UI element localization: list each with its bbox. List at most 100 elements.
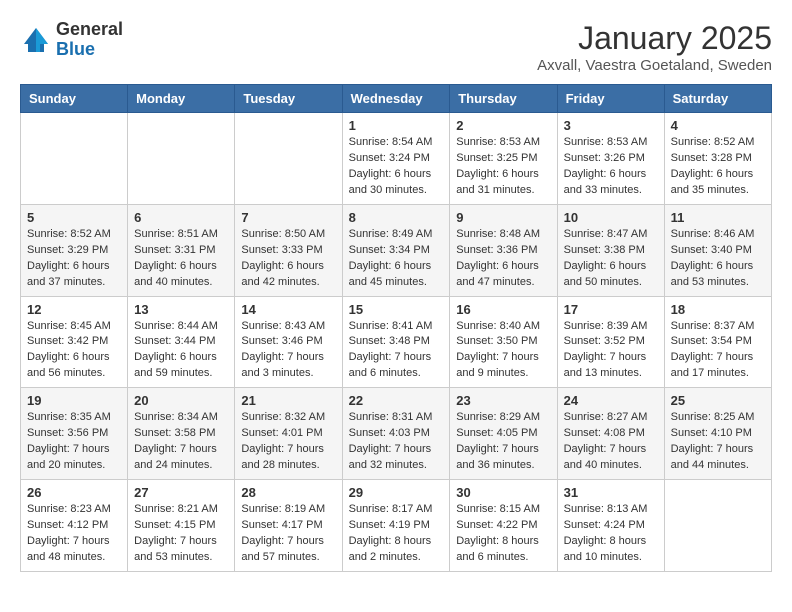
calendar-day-cell: 5Sunrise: 8:52 AM Sunset: 3:29 PM Daylig…	[21, 204, 128, 296]
day-number: 26	[27, 485, 121, 500]
calendar-day-cell: 21 Sunrise: 8:32 AM Sunset: 4:01 PM Dayli…	[235, 388, 342, 480]
calendar-empty-cell	[21, 113, 128, 205]
day-info: Sunrise: 8:13 AM Sunset: 4:24 PM Dayligh…	[564, 502, 658, 566]
day-info: Sunrise: 8:44 AM Sunset: 3:44 PM Dayligh…	[134, 319, 228, 383]
calendar-day-cell: 11 Sunrise: 8:46 AM Sunset: 3:40 PM Dayli…	[664, 204, 771, 296]
day-number: 27	[134, 485, 228, 500]
day-info: Sunrise: 8:21 AM Sunset: 4:15 PM Dayligh…	[134, 502, 228, 566]
calendar-day-cell: 27 Sunrise: 8:21 AM Sunset: 4:15 PM Dayli…	[128, 480, 235, 572]
day-number: 28	[241, 485, 335, 500]
day-number: 19	[27, 393, 121, 408]
calendar-day-cell: 28 Sunrise: 8:19 AM Sunset: 4:17 PM Dayli…	[235, 480, 342, 572]
calendar-week-row: 19Sunrise: 8:35 AM Sunset: 3:56 PM Dayli…	[21, 388, 772, 480]
day-info: Sunrise: 8:23 AM Sunset: 4:12 PM Dayligh…	[27, 502, 121, 566]
calendar-day-cell: 12 Sunrise: 8:45 AM Sunset: 3:42 PM Dayli…	[21, 296, 128, 388]
day-number: 21	[241, 393, 335, 408]
calendar-day-cell: 6 Sunrise: 8:51 AM Sunset: 3:31 PM Daylig…	[128, 204, 235, 296]
calendar-empty-cell	[128, 113, 235, 205]
calendar-day-cell: 30 Sunrise: 8:15 AM Sunset: 4:22 PM Dayli…	[450, 480, 557, 572]
calendar-day-cell: 14 Sunrise: 8:43 AM Sunset: 3:46 PM Dayli…	[235, 296, 342, 388]
logo-icon	[20, 24, 52, 56]
month-title: January 2025	[537, 20, 772, 57]
title-block: January 2025 Axvall, Vaestra Goetaland, …	[537, 20, 772, 74]
calendar-day-cell: 19Sunrise: 8:35 AM Sunset: 3:56 PM Dayli…	[21, 388, 128, 480]
header-sunday: Sunday	[21, 85, 128, 113]
calendar-day-cell: 7 Sunrise: 8:50 AM Sunset: 3:33 PM Daylig…	[235, 204, 342, 296]
header-saturday: Saturday	[664, 85, 771, 113]
day-info: Sunrise: 8:49 AM Sunset: 3:34 PM Dayligh…	[349, 227, 444, 291]
day-number: 25	[671, 393, 765, 408]
day-number: 22	[349, 393, 444, 408]
day-number: 12	[27, 302, 121, 317]
day-info: Sunrise: 8:17 AM Sunset: 4:19 PM Dayligh…	[349, 502, 444, 566]
day-info: Sunrise: 8:40 AM Sunset: 3:50 PM Dayligh…	[456, 319, 550, 383]
header-thursday: Thursday	[450, 85, 557, 113]
day-number: 16	[456, 302, 550, 317]
day-number: 7	[241, 210, 335, 225]
day-info: Sunrise: 8:51 AM Sunset: 3:31 PM Dayligh…	[134, 227, 228, 291]
calendar-day-cell: 29 Sunrise: 8:17 AM Sunset: 4:19 PM Dayli…	[342, 480, 450, 572]
day-number: 23	[456, 393, 550, 408]
day-info: Sunrise: 8:27 AM Sunset: 4:08 PM Dayligh…	[564, 410, 658, 474]
day-info: Sunrise: 8:29 AM Sunset: 4:05 PM Dayligh…	[456, 410, 550, 474]
calendar-day-cell: 17 Sunrise: 8:39 AM Sunset: 3:52 PM Dayli…	[557, 296, 664, 388]
day-info: Sunrise: 8:45 AM Sunset: 3:42 PM Dayligh…	[27, 319, 121, 383]
calendar-day-cell: 16 Sunrise: 8:40 AM Sunset: 3:50 PM Dayli…	[450, 296, 557, 388]
calendar-empty-cell	[664, 480, 771, 572]
day-number: 13	[134, 302, 228, 317]
calendar-day-cell: 24Sunrise: 8:27 AM Sunset: 4:08 PM Dayli…	[557, 388, 664, 480]
day-number: 31	[564, 485, 658, 500]
day-number: 9	[456, 210, 550, 225]
calendar-day-cell: 1 Sunrise: 8:54 AM Sunset: 3:24 PM Daylig…	[342, 113, 450, 205]
day-info: Sunrise: 8:15 AM Sunset: 4:22 PM Dayligh…	[456, 502, 550, 566]
day-info: Sunrise: 8:34 AM Sunset: 3:58 PM Dayligh…	[134, 410, 228, 474]
calendar-week-row: 26 Sunrise: 8:23 AM Sunset: 4:12 PM Dayli…	[21, 480, 772, 572]
day-number: 5	[27, 210, 121, 225]
calendar-empty-cell	[235, 113, 342, 205]
calendar-day-cell: 2Sunrise: 8:53 AM Sunset: 3:25 PM Daylig…	[450, 113, 557, 205]
calendar-day-cell: 3Sunrise: 8:53 AM Sunset: 3:26 PM Daylig…	[557, 113, 664, 205]
calendar-day-cell: 22 Sunrise: 8:31 AM Sunset: 4:03 PM Dayli…	[342, 388, 450, 480]
day-number: 30	[456, 485, 550, 500]
day-info: Sunrise: 8:31 AM Sunset: 4:03 PM Dayligh…	[349, 410, 444, 474]
calendar-day-cell: 23 Sunrise: 8:29 AM Sunset: 4:05 PM Dayli…	[450, 388, 557, 480]
calendar-day-cell: 31 Sunrise: 8:13 AM Sunset: 4:24 PM Dayli…	[557, 480, 664, 572]
calendar-day-cell: 9 Sunrise: 8:48 AM Sunset: 3:36 PM Daylig…	[450, 204, 557, 296]
logo: General Blue	[20, 20, 123, 60]
calendar-day-cell: 4Sunrise: 8:52 AM Sunset: 3:28 PM Daylig…	[664, 113, 771, 205]
day-info: Sunrise: 8:25 AM Sunset: 4:10 PM Dayligh…	[671, 410, 765, 474]
calendar-week-row: 12 Sunrise: 8:45 AM Sunset: 3:42 PM Dayli…	[21, 296, 772, 388]
day-info: Sunrise: 8:19 AM Sunset: 4:17 PM Dayligh…	[241, 502, 335, 566]
day-info: Sunrise: 8:41 AM Sunset: 3:48 PM Dayligh…	[349, 319, 444, 383]
calendar-day-cell: 20 Sunrise: 8:34 AM Sunset: 3:58 PM Dayli…	[128, 388, 235, 480]
day-info: Sunrise: 8:47 AM Sunset: 3:38 PM Dayligh…	[564, 227, 658, 291]
calendar-week-row: 1 Sunrise: 8:54 AM Sunset: 3:24 PM Daylig…	[21, 113, 772, 205]
day-number: 11	[671, 210, 765, 225]
day-info: Sunrise: 8:39 AM Sunset: 3:52 PM Dayligh…	[564, 319, 658, 383]
day-number: 6	[134, 210, 228, 225]
day-number: 29	[349, 485, 444, 500]
logo-blue: Blue	[56, 40, 123, 60]
calendar-day-cell: 8Sunrise: 8:49 AM Sunset: 3:34 PM Daylig…	[342, 204, 450, 296]
day-info: Sunrise: 8:48 AM Sunset: 3:36 PM Dayligh…	[456, 227, 550, 291]
day-number: 20	[134, 393, 228, 408]
day-number: 14	[241, 302, 335, 317]
calendar-day-cell: 25 Sunrise: 8:25 AM Sunset: 4:10 PM Dayli…	[664, 388, 771, 480]
logo-general: General	[56, 20, 123, 40]
day-info: Sunrise: 8:32 AM Sunset: 4:01 PM Dayligh…	[241, 410, 335, 474]
day-info: Sunrise: 8:54 AM Sunset: 3:24 PM Dayligh…	[349, 135, 444, 199]
calendar-day-cell: 18Sunrise: 8:37 AM Sunset: 3:54 PM Dayli…	[664, 296, 771, 388]
day-number: 3	[564, 118, 658, 133]
calendar-day-cell: 15Sunrise: 8:41 AM Sunset: 3:48 PM Dayli…	[342, 296, 450, 388]
day-info: Sunrise: 8:50 AM Sunset: 3:33 PM Dayligh…	[241, 227, 335, 291]
calendar-day-cell: 13 Sunrise: 8:44 AM Sunset: 3:44 PM Dayli…	[128, 296, 235, 388]
calendar-day-cell: 10 Sunrise: 8:47 AM Sunset: 3:38 PM Dayli…	[557, 204, 664, 296]
header-friday: Friday	[557, 85, 664, 113]
day-number: 10	[564, 210, 658, 225]
day-number: 1	[349, 118, 444, 133]
day-info: Sunrise: 8:46 AM Sunset: 3:40 PM Dayligh…	[671, 227, 765, 291]
day-number: 2	[456, 118, 550, 133]
day-number: 17	[564, 302, 658, 317]
page-header: General Blue January 2025 Axvall, Vaestr…	[20, 20, 772, 74]
day-info: Sunrise: 8:43 AM Sunset: 3:46 PM Dayligh…	[241, 319, 335, 383]
